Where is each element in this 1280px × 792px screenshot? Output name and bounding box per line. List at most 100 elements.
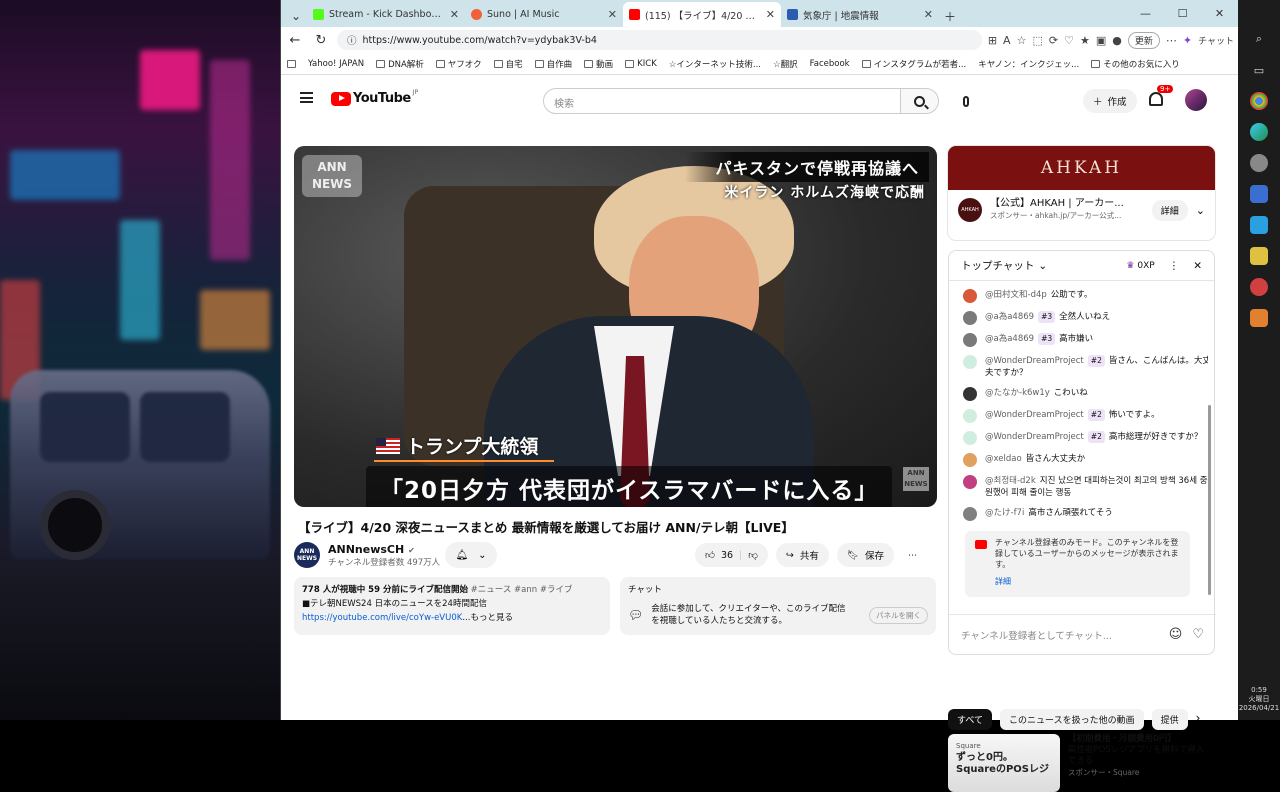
edge-icon[interactable] (1250, 123, 1268, 141)
tab-suno[interactable]: Suno | AI Music ✕ (465, 2, 623, 27)
new-tab-button[interactable]: ＋ (939, 5, 961, 27)
bookmark-item[interactable]: DNA解析 (376, 58, 424, 70)
chat-more-icon[interactable]: ⋮ (1169, 260, 1180, 272)
paint-icon[interactable] (1250, 216, 1268, 234)
ad-banner[interactable]: AHKAH (948, 146, 1215, 190)
url-field[interactable]: ⓘ https://www.youtube.com/watch?v=ydybak… (337, 30, 982, 50)
tabs-icon[interactable]: ▣ (1096, 34, 1106, 47)
chrome-icon[interactable] (1250, 92, 1268, 110)
bookmark-item[interactable]: インスタグラムが若者... (861, 58, 966, 70)
search-icon[interactable]: ⌕ (1250, 30, 1268, 48)
favorites-icon[interactable]: ★ (1080, 34, 1090, 47)
youtube-logo[interactable]: YouTube JP (331, 89, 418, 106)
chat-avatar[interactable] (963, 387, 977, 401)
more-icon[interactable]: ⋯ (1166, 34, 1177, 47)
chat-avatar[interactable] (963, 289, 977, 303)
record-icon[interactable] (1250, 278, 1268, 296)
bookmark-item[interactable]: キヤノン：インクジェッ... (978, 58, 1079, 70)
chat-scrollbar[interactable] (1208, 287, 1211, 595)
notifications-bell-icon[interactable] (1149, 92, 1163, 106)
chat-input[interactable]: チャンネル登録者としてチャット... (961, 628, 1159, 642)
recommended-ad[interactable]: Square ずっと0円。 SquareのPOSレジ 【初期費用・月額費用0円】… (948, 734, 1227, 792)
close-icon[interactable]: ✕ (924, 8, 933, 21)
tab-jma[interactable]: 気象庁 | 地震情報 ✕ (781, 2, 939, 27)
tab-youtube[interactable]: (115) 【ライブ】4/20 深夜ニュースまとめ ✕ (623, 2, 781, 27)
close-icon[interactable]: ✕ (766, 8, 775, 21)
chevron-down-icon[interactable]: ⌄ (1038, 260, 1047, 272)
chat-author[interactable]: @WonderDreamProject (985, 410, 1084, 420)
chat-author[interactable]: @WonderDreamProject (985, 432, 1084, 442)
bookmark-item[interactable]: ☆インターネット技術... (669, 58, 761, 70)
notes-icon[interactable] (1250, 247, 1268, 265)
bookmark-item[interactable]: Yahoo! JAPAN (308, 59, 364, 69)
bookmark-item[interactable]: 自作曲 (534, 58, 572, 70)
share-button[interactable]: ↪ 共有 (775, 543, 829, 567)
xp-badge[interactable]: ♛ 0XP (1126, 261, 1154, 271)
channel-name[interactable]: ANNnewsCH (328, 543, 404, 556)
chat-mode-selector[interactable]: トップチャット (961, 258, 1034, 273)
notice-details-link[interactable]: 詳細 (995, 576, 1182, 587)
chat-author[interactable]: @xeldao (985, 454, 1022, 464)
task-view-icon[interactable]: ▭ (1250, 61, 1268, 79)
tab-actions-button[interactable]: ⌄ (285, 5, 307, 27)
bookmark-item[interactable]: 動画 (584, 58, 613, 70)
minimize-button[interactable]: — (1127, 0, 1164, 27)
reload-button[interactable]: ↻ (311, 33, 331, 48)
open-panel-button[interactable]: パネルを開く (869, 606, 928, 624)
chat-avatar[interactable] (963, 333, 977, 347)
channel-avatar[interactable]: ANN NEWS (294, 542, 320, 568)
chat-author[interactable]: @WonderDreamProject (985, 356, 1084, 366)
info-icon[interactable]: ⓘ (347, 33, 357, 47)
bookmark-menu-icon[interactable] (287, 59, 296, 68)
emoji-icon[interactable]: ☺ (1169, 627, 1183, 642)
user-avatar[interactable] (1185, 89, 1207, 111)
video-player[interactable]: ANN NEWS パキスタンで停戦再協議へ 米イラン ホルムズ海峡で応酬 トラン… (294, 146, 937, 507)
bookmark-item[interactable]: ヤフオク (435, 58, 482, 70)
chat-avatar[interactable] (963, 311, 977, 325)
create-button[interactable]: ＋作成 (1083, 89, 1137, 113)
chat-avatar[interactable] (963, 453, 977, 467)
chat-author[interactable]: @たなか-k6w1y (985, 388, 1050, 398)
back-button[interactable]: ← (285, 33, 305, 48)
chat-button[interactable]: チャット (1198, 34, 1234, 47)
more-actions-button[interactable]: ⋯ (902, 543, 924, 567)
close-chat-icon[interactable]: ✕ (1193, 260, 1202, 272)
ad-details-button[interactable]: 詳細 (1151, 199, 1188, 221)
bookmark-item[interactable]: Facebook (810, 59, 850, 69)
live-link[interactable]: https://youtube.com/live/coYw-eVU0K (302, 613, 462, 623)
collections-icon[interactable]: ♡ (1064, 34, 1074, 47)
heart-icon[interactable]: ♡ (1192, 627, 1204, 642)
hamburger-menu-icon[interactable] (300, 92, 313, 103)
close-icon[interactable]: ✕ (450, 8, 459, 21)
chat-author[interactable]: @최정태-d2k (985, 476, 1036, 486)
close-window-button[interactable]: ✕ (1201, 0, 1238, 27)
apps-icon[interactable]: ⊞ (988, 34, 997, 47)
app-icon[interactable] (1250, 154, 1268, 172)
tab-kick[interactable]: Stream - Kick Dashboard ✕ (307, 2, 465, 27)
like-button[interactable]: 👍︎ 36 | 👎︎ (695, 543, 768, 567)
maximize-button[interactable]: ☐ (1164, 0, 1201, 27)
profile-icon[interactable]: ● (1112, 34, 1122, 47)
sponsored-ad[interactable]: AHKAH AHKAH 【公式】AHKAH | アーカー... スポンサー・ahk… (948, 146, 1215, 240)
chat-avatar[interactable] (963, 507, 977, 521)
chevron-down-icon[interactable]: ⌄ (1196, 204, 1205, 217)
bookmark-folder-other[interactable]: その他のお気に入り (1091, 58, 1180, 70)
show-more-link[interactable]: ...もっと見る (462, 613, 513, 623)
subscription-bell-button[interactable]: 🔔︎ ⌄ (445, 542, 497, 568)
bookmark-item[interactable]: ☆翻訳 (773, 58, 798, 70)
bookmark-item[interactable]: KICK (625, 59, 657, 69)
photos-icon[interactable] (1250, 309, 1268, 327)
description-box[interactable]: 778 人が視聴中 59 分前にライブ配信開始 #ニュース #ann #ライブ … (294, 577, 610, 635)
chat-avatar[interactable] (963, 355, 977, 369)
bookmark-item[interactable]: 自宅 (493, 58, 523, 70)
chat-author[interactable]: @a為a4869 (985, 334, 1034, 344)
copilot-icon[interactable]: ✦ (1183, 34, 1192, 47)
close-icon[interactable]: ✕ (608, 8, 617, 21)
chat-avatar[interactable] (963, 409, 977, 423)
chat-avatar[interactable] (963, 431, 977, 445)
system-clock[interactable]: 0:59 火曜日 2026/04/21 (1238, 686, 1280, 713)
rec-more-icon[interactable]: ⋮ (1216, 734, 1227, 792)
update-button[interactable]: 更新 (1127, 31, 1160, 49)
rec-thumbnail[interactable]: Square ずっと0円。 SquareのPOSレジ (948, 734, 1060, 792)
voice-search-button[interactable] (957, 91, 975, 111)
